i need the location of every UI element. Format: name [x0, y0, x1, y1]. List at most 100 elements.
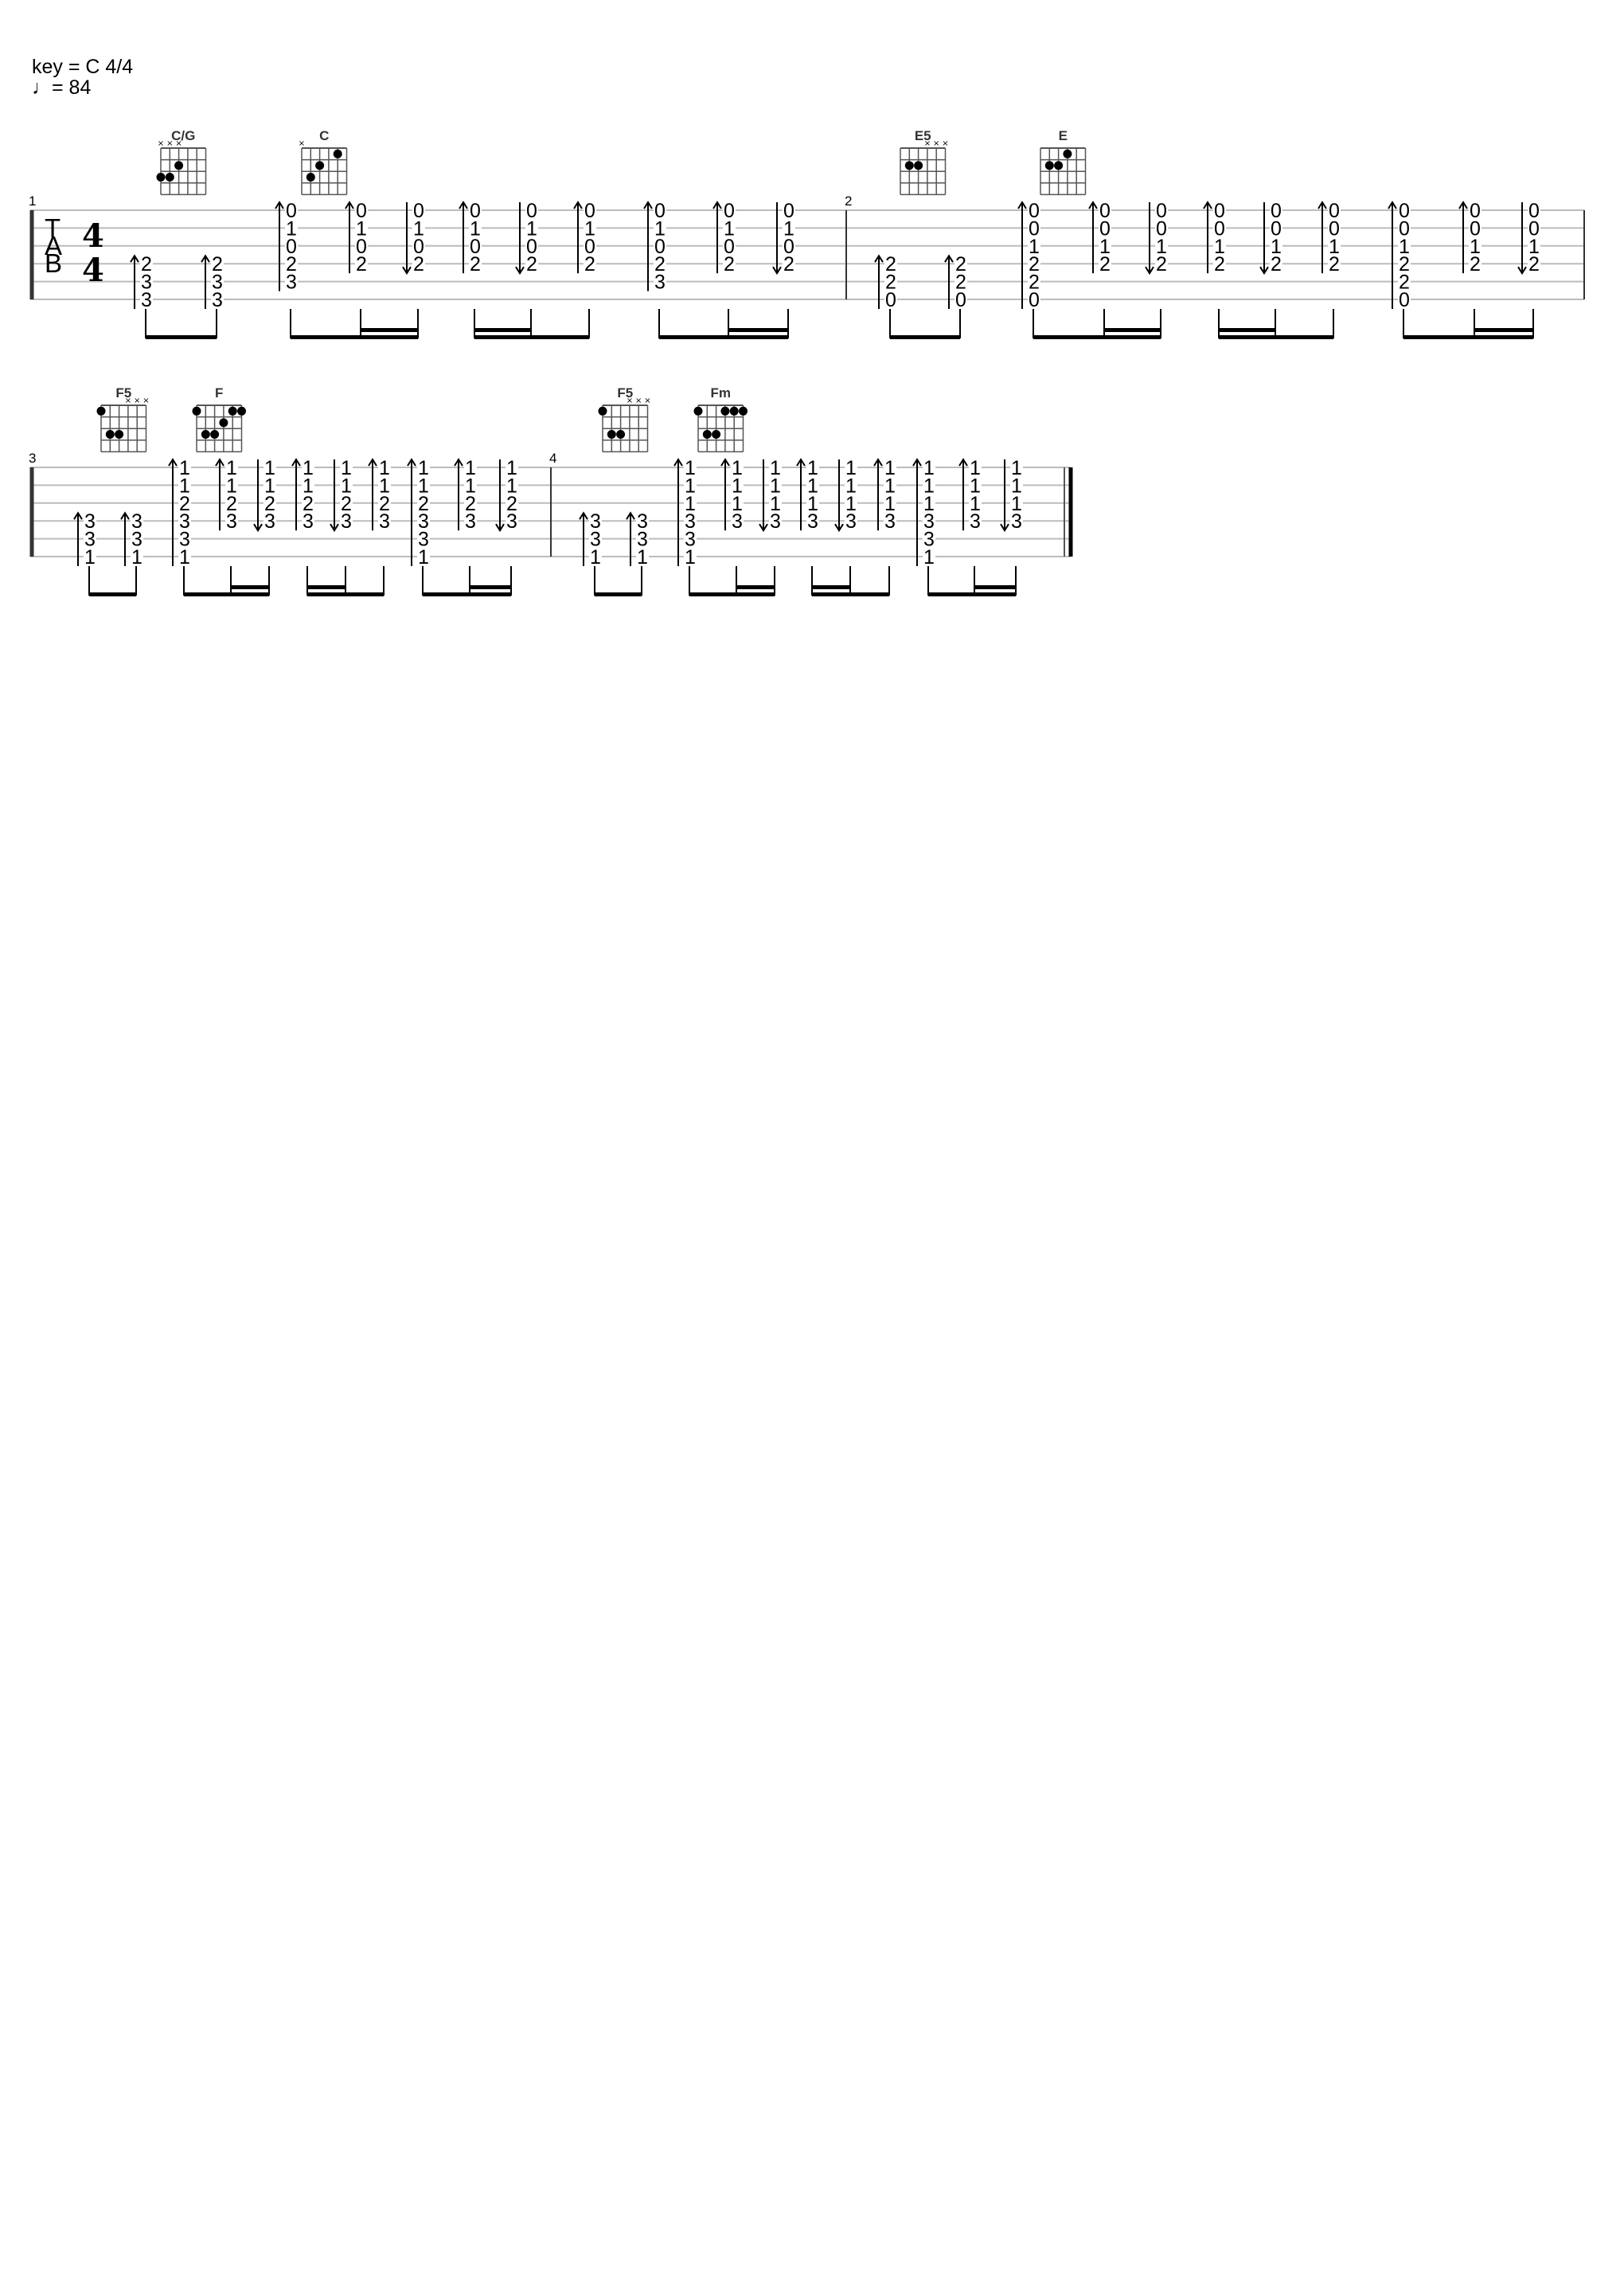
sixteenth-beam: [728, 328, 788, 332]
muted-string-icon: ×: [125, 397, 131, 405]
measure-number: 4: [549, 451, 556, 466]
finger-dot-icon: [702, 430, 712, 439]
eighth-beam: [89, 592, 136, 596]
finger-dot-icon: [156, 173, 166, 182]
fret-number: 3: [379, 510, 390, 533]
muted-string-icon: ×: [134, 397, 140, 405]
fret-number: 3: [970, 510, 981, 533]
sixteenth-beam: [812, 585, 850, 589]
finger-dot-icon: [228, 406, 237, 416]
chord-name: C: [319, 128, 329, 143]
finger-dot-icon: [333, 149, 342, 158]
finger-dot-icon: [96, 406, 106, 416]
muted-string-icon: ×: [635, 397, 642, 405]
fret-number: 3: [286, 272, 297, 294]
finger-dot-icon: [720, 406, 730, 416]
fret-number: 2: [1214, 253, 1225, 276]
measure-number: 2: [845, 193, 852, 209]
eighth-beam: [307, 592, 384, 596]
fret-number: 3: [770, 510, 781, 533]
sixteenth-beam: [736, 585, 775, 589]
sixteenth-beam: [1104, 328, 1161, 332]
fret-number: 3: [303, 510, 314, 533]
chord-name: F: [215, 385, 223, 401]
eighth-beam: [812, 592, 889, 596]
fret-number: 0: [955, 289, 966, 311]
finger-dot-icon: [306, 173, 315, 182]
chord-name: Fm: [711, 385, 732, 401]
sixteenth-beam: [231, 585, 269, 589]
fret-number: 1: [179, 546, 190, 569]
fret-number: 0: [1029, 289, 1040, 311]
finger-dot-icon: [693, 406, 703, 416]
fret-number: 3: [845, 510, 857, 533]
sixteenth-beam: [974, 585, 1016, 589]
muted-string-icon: ×: [166, 139, 173, 148]
eighth-beam: [1219, 335, 1333, 339]
measure-number: 1: [29, 193, 36, 209]
finger-dot-icon: [210, 430, 220, 439]
muted-string-icon: ×: [158, 139, 164, 148]
eighth-beam: [689, 592, 775, 596]
time-signature-top: 4: [82, 217, 104, 255]
eighth-beam: [423, 592, 511, 596]
fret-number: 1: [84, 546, 96, 569]
eighth-beam: [595, 592, 642, 596]
fret-number: 2: [1470, 253, 1481, 276]
eighth-beam: [1403, 335, 1533, 339]
fret-number: 3: [465, 510, 476, 533]
eighth-beam: [291, 335, 418, 339]
finger-dot-icon: [105, 430, 115, 439]
fret-number: 2: [783, 253, 794, 276]
sixteenth-beam: [1219, 328, 1275, 332]
time-signature-bottom: 4: [82, 252, 104, 289]
finger-dot-icon: [1054, 161, 1064, 170]
sixteenth-beam: [1474, 328, 1533, 332]
muted-string-icon: ×: [175, 139, 182, 148]
finger-dot-icon: [1063, 149, 1072, 158]
fret-number: 1: [131, 546, 142, 569]
sixteenth-beam: [470, 585, 511, 589]
fret-number: 3: [341, 510, 352, 533]
fret-number: 1: [685, 546, 696, 569]
fret-number: 2: [1099, 253, 1111, 276]
muted-string-icon: ×: [933, 139, 939, 148]
fret-number: 3: [226, 510, 237, 533]
fret-number: 1: [923, 546, 935, 569]
fret-number: 2: [413, 253, 424, 276]
fret-number: 0: [1399, 289, 1410, 311]
finger-dot-icon: [607, 430, 616, 439]
fret-number: 2: [584, 253, 595, 276]
finger-dot-icon: [315, 161, 325, 170]
eighth-beam: [146, 335, 217, 339]
fret-number: 1: [418, 546, 429, 569]
muted-string-icon: ×: [644, 397, 650, 405]
fret-number: 3: [807, 510, 818, 533]
fret-number: 2: [1528, 253, 1540, 276]
fret-number: 2: [356, 253, 367, 276]
fret-number: 3: [884, 510, 896, 533]
fret-number: 3: [1011, 510, 1022, 533]
fret-number: 3: [732, 510, 743, 533]
finger-dot-icon: [201, 430, 210, 439]
measure-number: 3: [29, 451, 36, 466]
fret-number: 1: [590, 546, 601, 569]
fret-number: 3: [212, 289, 223, 311]
finger-dot-icon: [219, 418, 228, 428]
eighth-beam: [890, 335, 960, 339]
fret-number: 2: [1329, 253, 1340, 276]
fret-number: 3: [141, 289, 152, 311]
finger-dot-icon: [598, 406, 607, 416]
fret-number: 3: [506, 510, 517, 533]
finger-dot-icon: [914, 161, 923, 170]
muted-string-icon: ×: [299, 139, 305, 148]
chord-name: E: [1059, 128, 1068, 143]
finger-dot-icon: [712, 430, 721, 439]
eighth-beam: [928, 592, 1016, 596]
fret-number: 2: [526, 253, 537, 276]
fret-number: 3: [264, 510, 275, 533]
eighth-beam: [184, 592, 269, 596]
finger-dot-icon: [165, 173, 174, 182]
tab-score: TAB441C/G×××C×23323301023010201020102010…: [29, 128, 1585, 596]
muted-string-icon: ×: [924, 139, 931, 148]
